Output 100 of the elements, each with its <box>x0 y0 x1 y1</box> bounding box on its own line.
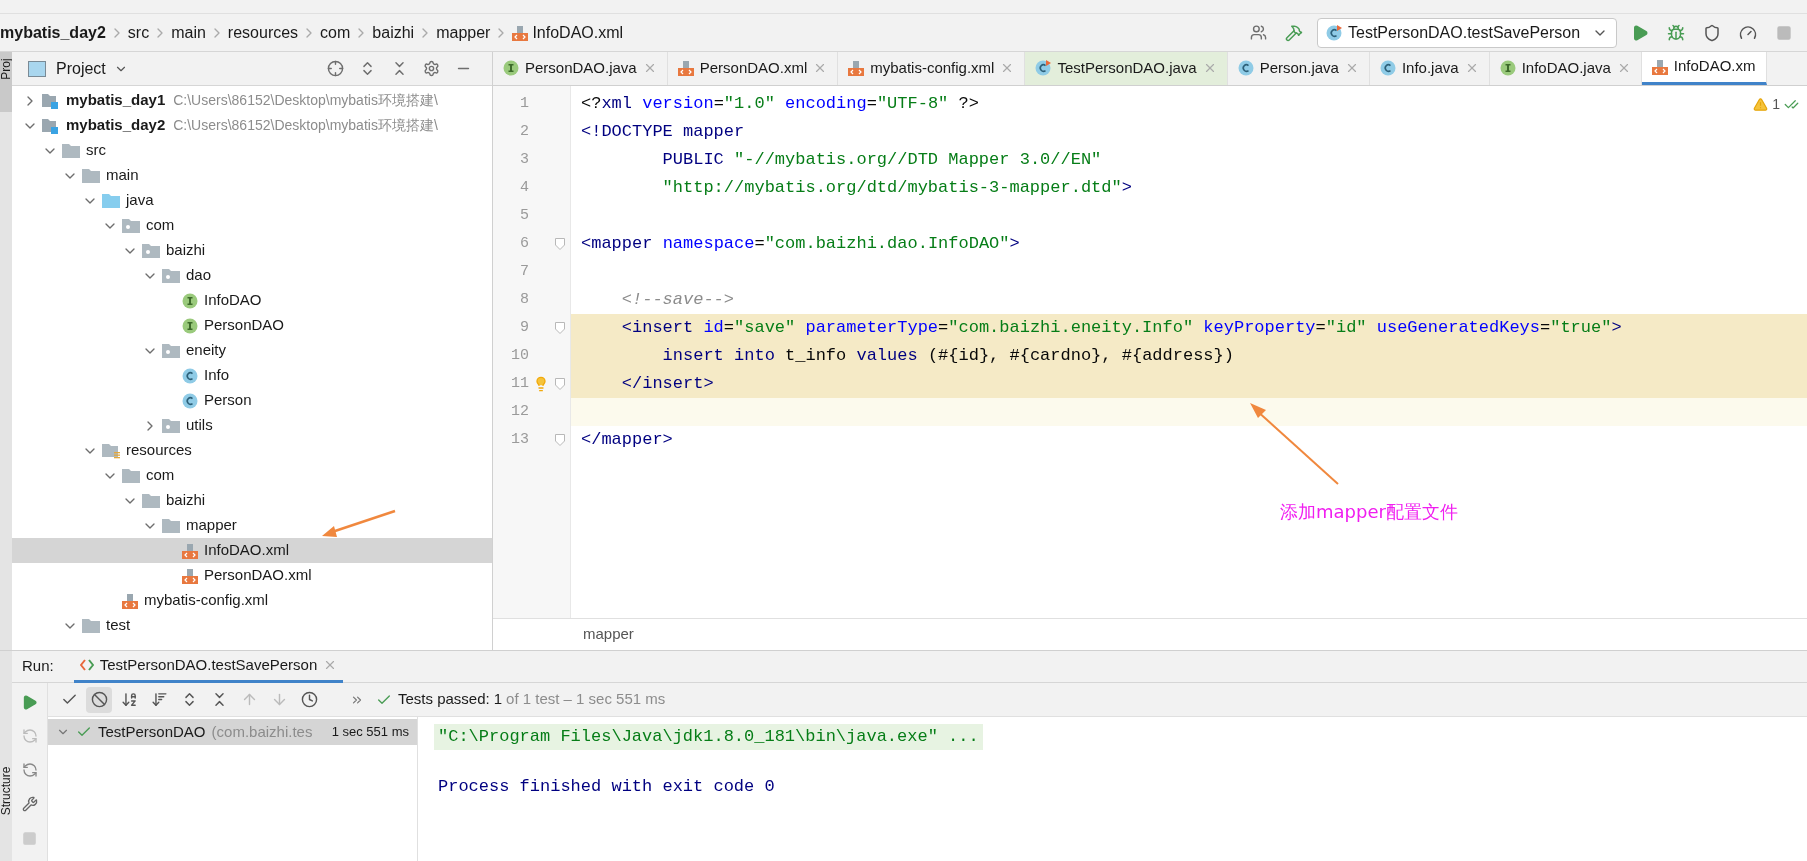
tree-item[interactable]: PersonDAO <box>12 313 492 338</box>
tree-label: Person <box>204 390 252 411</box>
project-side-tab[interactable]: Proj <box>0 52 12 112</box>
tree-label: InfoDAO.xml <box>204 540 290 561</box>
xml-file-icon <box>677 60 694 76</box>
breadcrumb-item[interactable]: baizhi <box>372 20 415 45</box>
line-number: 8 <box>519 289 529 310</box>
fold-marker-icon[interactable] <box>555 378 565 390</box>
tree-label: test <box>106 615 131 636</box>
tree-item[interactable]: baizhi <box>12 488 492 513</box>
resources-folder-icon <box>102 442 120 459</box>
fold-marker-icon[interactable] <box>555 238 565 250</box>
tree-item[interactable]: mybatis_day1 C:\Users\86152\Desktop\mybatis环境搭建\ <box>12 88 492 113</box>
line-number: 3 <box>519 149 529 170</box>
editor-tab[interactable]: PersonDAO.xml <box>667 52 839 85</box>
test-name: TestPersonDAO <box>98 721 206 742</box>
line-number: 12 <box>510 401 529 422</box>
warning-count[interactable]: 1 <box>1772 94 1780 115</box>
folder-icon <box>162 518 180 533</box>
tree-path: C:\Users\86152\Desktop\mybatis环境搭建\ <box>173 91 438 110</box>
breadcrumb-item[interactable]: src <box>127 20 150 45</box>
package-icon <box>162 418 180 433</box>
code-line: </insert> <box>620 373 714 396</box>
test-run-icon <box>79 658 94 672</box>
code-line: insert into t_info values (#{id}, #{cardno}, #{address}) <box>661 345 1234 368</box>
tree-label: PersonDAO.xml <box>204 565 312 586</box>
status-count: 1 <box>493 689 503 710</box>
code-line: "http://mybatis.org/dtd/mybatis-3-mapper.dtd"> <box>661 177 1132 200</box>
editor-breadcrumb[interactable]: mapper <box>583 623 634 646</box>
editor-tab[interactable]: PersonDAO.java <box>493 52 668 85</box>
tree-label: eneity <box>186 340 227 361</box>
tree-item[interactable]: test <box>12 613 492 638</box>
class-icon <box>1237 60 1254 76</box>
xml-file-icon <box>122 592 138 609</box>
tree-label: baizhi <box>166 240 206 261</box>
breadcrumb-item[interactable]: com <box>320 20 351 45</box>
breadcrumb-item[interactable]: InfoDAO.xml <box>512 20 624 45</box>
test-result-row[interactable]: TestPersonDAO (com.baizhi.tes 1 sec 551 ms <box>48 719 417 745</box>
tree-item[interactable]: main <box>12 163 492 188</box>
tree-item[interactable]: com <box>12 463 492 488</box>
tree-label: Info <box>204 365 230 386</box>
run-configuration-dropdown[interactable]: TestPersonDAO.testSavePerson <box>1317 17 1617 48</box>
tree-item[interactable]: mybatis-config.xml <box>12 588 492 613</box>
editor-tab[interactable]: InfoDAO.java <box>1489 52 1642 85</box>
tree-item[interactable]: Person <box>12 388 492 413</box>
line-number: 5 <box>519 205 529 226</box>
fold-marker-icon[interactable] <box>555 322 565 334</box>
tree-item[interactable]: Info <box>12 363 492 388</box>
console-line: Process finished with exit code 0 <box>437 776 776 799</box>
source-folder-icon <box>102 193 120 208</box>
tree-label: utils <box>186 415 213 436</box>
fold-marker-icon[interactable] <box>555 434 565 446</box>
tree-item[interactable]: baizhi <box>12 238 492 263</box>
folder-icon <box>62 143 80 158</box>
package-icon <box>162 268 180 283</box>
tree-item[interactable]: mapper <box>12 513 492 538</box>
show-ignored-icon[interactable] <box>86 686 112 713</box>
xml-file-icon <box>1651 58 1668 75</box>
line-number: 6 <box>519 233 529 254</box>
tree-item[interactable]: PersonDAO.xml <box>12 563 492 588</box>
interface-icon <box>1499 60 1516 76</box>
line-number: 10 <box>510 345 529 366</box>
tree-item[interactable]: dao <box>12 263 492 288</box>
breadcrumb-item[interactable]: mybatis_day2 <box>0 20 106 45</box>
tree-label: resources <box>126 440 192 461</box>
editor-tab[interactable]: Person.java <box>1227 52 1370 85</box>
code-line: <mapper namespace="com.baizhi.dao.InfoDAO"> <box>581 233 1020 256</box>
line-number: 9 <box>519 317 529 338</box>
breadcrumb-item[interactable]: resources <box>227 20 299 45</box>
tree-label: baizhi <box>166 490 206 511</box>
tree-item[interactable]: com <box>12 213 492 238</box>
editor-tab[interactable]: TestPersonDAO.java <box>1025 52 1228 85</box>
breadcrumb-item[interactable]: main <box>171 20 206 45</box>
line-number: 7 <box>519 261 529 282</box>
tree-item[interactable]: src <box>12 138 492 163</box>
line-number: 2 <box>519 121 529 142</box>
editor-tab[interactable]: Info.java <box>1369 52 1490 85</box>
tree-label: com <box>146 215 175 236</box>
class-icon <box>1379 60 1396 76</box>
tree-item[interactable]: utils <box>12 413 492 438</box>
editor-tab[interactable]: InfoDAO.xm <box>1641 52 1767 85</box>
project-window-icon <box>28 60 46 77</box>
class-icon <box>182 392 198 409</box>
line-number: 1 <box>519 93 529 114</box>
breadcrumb-item[interactable]: mapper <box>436 20 491 45</box>
project-view-dropdown[interactable]: Project <box>56 56 128 81</box>
tree-item[interactable]: mybatis_day2 C:\Users\86152\Desktop\mybatis环境搭建\ <box>12 113 492 138</box>
tree-item[interactable]: InfoDAO.xml <box>12 538 492 563</box>
tree-label: mapper <box>186 515 237 536</box>
interface-icon <box>182 317 198 334</box>
test-class-icon <box>1326 24 1342 41</box>
line-number: 11 <box>510 373 529 394</box>
tree-item[interactable]: resources <box>12 438 492 463</box>
tree-item[interactable]: eneity <box>12 338 492 363</box>
test-class-icon <box>1035 60 1052 76</box>
status-label: Tests passed: <box>398 689 490 710</box>
tree-item[interactable]: InfoDAO <box>12 288 492 313</box>
tree-label: com <box>146 465 175 486</box>
tree-item[interactable]: java <box>12 188 492 213</box>
tree-label: PersonDAO <box>204 315 285 336</box>
